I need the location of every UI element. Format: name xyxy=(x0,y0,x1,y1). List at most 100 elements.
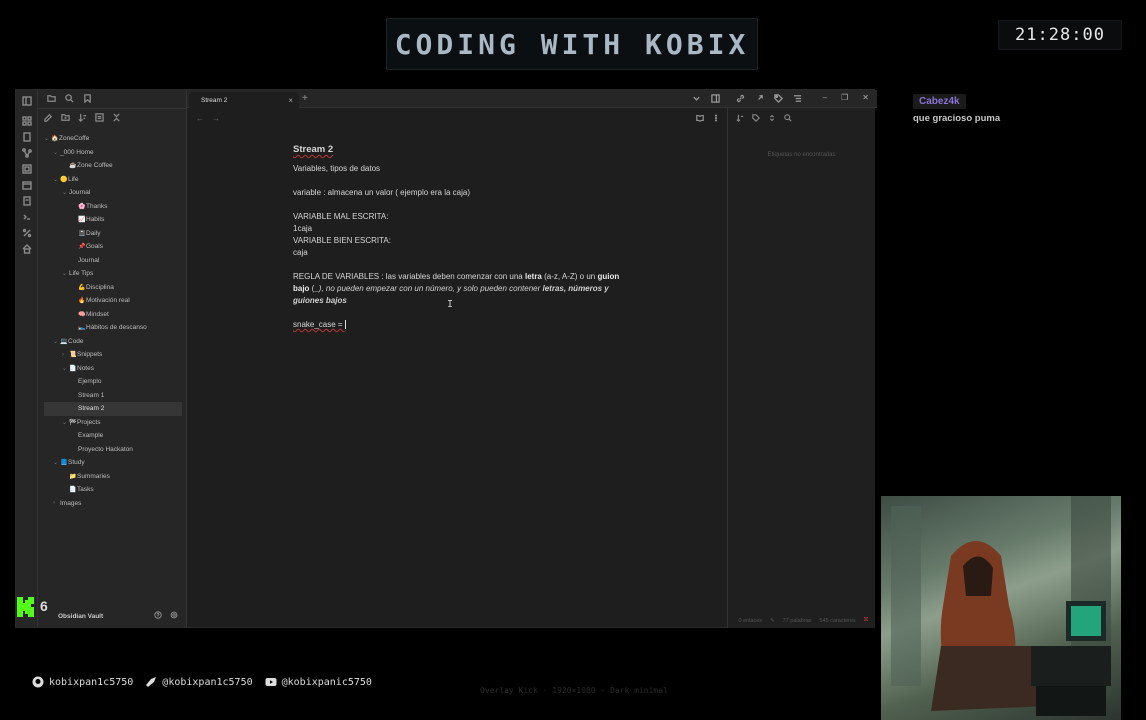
tree-folder[interactable]: ⌄ 📄 Notes xyxy=(38,362,186,376)
note-editor[interactable]: Stream 2 Variables, tipos de datos varia… xyxy=(293,144,623,331)
tree-file[interactable]: 🧠 Mindset xyxy=(38,308,186,322)
graph-icon[interactable] xyxy=(21,148,32,158)
tree-item-label: Life xyxy=(68,175,79,183)
dashboard-icon[interactable] xyxy=(21,116,32,126)
chevron-down-icon[interactable]: ⌄ xyxy=(53,176,60,183)
reading-view-icon[interactable] xyxy=(696,114,704,124)
right-sidebar: Etiquetas no encontradas xyxy=(727,108,875,628)
tree-item-emoji-icon: 📜 xyxy=(69,352,77,359)
expand-icon[interactable] xyxy=(768,114,776,124)
tree-file[interactable]: 📄 Tasks xyxy=(38,483,186,497)
outgoing-link-icon[interactable] xyxy=(755,94,764,105)
chevron-right-icon[interactable]: › xyxy=(62,352,69,358)
tree-item-label: Habits xyxy=(86,216,105,224)
tree-folder[interactable]: › Images xyxy=(38,497,186,511)
minimize-icon[interactable]: – xyxy=(823,93,827,102)
tree-file[interactable]: 🛌 Hábitos de descanso xyxy=(38,321,186,335)
maximize-icon[interactable]: ❐ xyxy=(841,93,848,102)
sort-icon[interactable] xyxy=(78,113,87,124)
tree-folder[interactable]: › 📜 Snippets xyxy=(38,348,186,362)
chevron-down-icon[interactable]: ⌄ xyxy=(62,419,69,426)
home-icon[interactable] xyxy=(22,244,32,254)
kick-link[interactable]: @kobixpan1c5750 xyxy=(145,676,253,688)
tree-item-label: Motivación real xyxy=(86,297,130,305)
new-tab-button[interactable]: + xyxy=(302,93,308,104)
note-line-active: snake_case = xyxy=(293,319,623,331)
github-link[interactable]: kobixpan1c5750 xyxy=(32,676,133,688)
search-icon[interactable] xyxy=(784,114,792,124)
chevron-right-icon[interactable]: › xyxy=(53,500,60,506)
tree-folder[interactable]: ⌄ Journal xyxy=(38,186,186,200)
tree-file[interactable]: Ejemplo xyxy=(38,375,186,389)
tree-file[interactable]: 📌 Goals xyxy=(38,240,186,254)
calendar-icon[interactable] xyxy=(21,180,32,190)
terminal-icon[interactable] xyxy=(22,212,32,222)
tree-folder[interactable]: ⌄ Life Tips xyxy=(38,267,186,281)
text-cursor xyxy=(344,320,346,330)
tree-file[interactable]: Stream 2 xyxy=(44,402,182,416)
tree-item-label: Proyecto Hackaton xyxy=(78,445,133,453)
link-icon[interactable] xyxy=(736,94,745,105)
tree-file[interactable]: 📈 Habits xyxy=(38,213,186,227)
sync-error-icon[interactable]: ⛝ xyxy=(864,617,868,624)
chevron-down-icon[interactable]: ⌄ xyxy=(53,149,60,156)
edit-mode-icon[interactable]: ✎ xyxy=(770,618,775,624)
folder-icon[interactable] xyxy=(47,94,56,105)
tree-file[interactable]: 💪 Disciplina xyxy=(38,281,186,295)
back-arrow-icon[interactable]: ← xyxy=(196,114,204,123)
forward-arrow-icon[interactable]: → xyxy=(212,114,220,123)
tree-item-label: Summaries xyxy=(77,472,110,480)
new-note-icon[interactable] xyxy=(44,113,53,124)
note-title[interactable]: Stream 2 xyxy=(293,144,623,156)
chevron-down-icon[interactable]: ⌄ xyxy=(62,365,69,372)
sort-icon[interactable] xyxy=(736,114,744,124)
auto-reveal-icon[interactable] xyxy=(95,113,104,124)
file-copy-icon[interactable] xyxy=(22,132,32,142)
settings-gear-icon[interactable] xyxy=(170,611,178,621)
tree-folder[interactable]: ⌄ 🏠 ZoneCoffe xyxy=(38,132,186,146)
tree-item-emoji-icon: ☕ xyxy=(69,163,77,170)
help-icon[interactable] xyxy=(154,611,162,621)
chevron-down-icon[interactable]: ⌄ xyxy=(62,270,69,277)
close-window-icon[interactable]: ✕ xyxy=(862,93,869,102)
chevron-down-icon[interactable]: ⌄ xyxy=(53,459,60,466)
outline-icon[interactable] xyxy=(793,94,802,105)
tree-file[interactable]: 🔥 Motivación real xyxy=(38,294,186,308)
canvas-icon[interactable] xyxy=(21,164,32,174)
tree-folder[interactable]: ⌄ 📘 Study xyxy=(38,456,186,470)
bookmark-icon[interactable] xyxy=(83,93,92,105)
tags-icon[interactable] xyxy=(774,94,783,105)
chevron-down-icon[interactable]: ⌄ xyxy=(62,189,69,196)
tree-file[interactable]: ☕ Zone Coffee xyxy=(38,159,186,173)
tree-file[interactable]: Stream 1 xyxy=(38,389,186,403)
youtube-link[interactable]: @kobixpanic5750 xyxy=(265,676,372,688)
tab-stream-2[interactable]: Stream 2 × xyxy=(189,92,299,108)
tab-list-chevron-icon[interactable] xyxy=(692,94,701,105)
tree-file[interactable]: Journal xyxy=(38,254,186,268)
search-icon[interactable] xyxy=(65,93,74,105)
close-tab-icon[interactable]: × xyxy=(288,96,293,105)
right-sidebar-toggle-icon[interactable] xyxy=(711,94,720,105)
tree-folder[interactable]: ⌄ 🏁 Projects xyxy=(38,416,186,430)
tree-file[interactable]: 📓 Daily xyxy=(38,227,186,241)
new-folder-icon[interactable] xyxy=(61,113,70,124)
more-options-icon[interactable] xyxy=(712,114,720,124)
chevron-down-icon[interactable]: ⌄ xyxy=(53,338,60,345)
tree-file[interactable]: Example xyxy=(38,429,186,443)
percent-icon[interactable] xyxy=(22,228,32,238)
sidebar-toggle-icon[interactable] xyxy=(21,96,32,106)
tree-folder[interactable]: ⌄ 💻 Code xyxy=(38,335,186,349)
tree-folder[interactable]: ⌄ _000 Home xyxy=(38,146,186,160)
chevron-down-icon[interactable]: ⌄ xyxy=(44,135,51,142)
backlinks-count[interactable]: 0 enlaces xyxy=(739,618,763,624)
tree-file[interactable]: Proyecto Hackaton xyxy=(38,443,186,457)
mouse-ibeam-cursor: I xyxy=(447,299,454,310)
collapse-all-icon[interactable] xyxy=(112,113,121,124)
tree-folder[interactable]: ⌄ 🟡 Life xyxy=(38,173,186,187)
templates-icon[interactable] xyxy=(22,196,32,206)
tree-file[interactable]: 🌸 Thanks xyxy=(38,200,186,214)
vault-switcher[interactable]: Obsidian Vault xyxy=(38,609,186,623)
nested-tags-icon[interactable] xyxy=(752,114,760,124)
tree-item-emoji-icon: 💪 xyxy=(78,284,86,291)
tree-file[interactable]: 📁 Summaries xyxy=(38,470,186,484)
